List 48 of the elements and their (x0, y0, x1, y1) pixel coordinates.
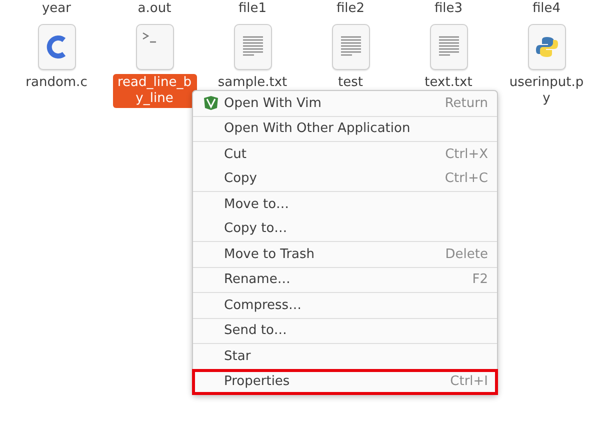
menu-item[interactable]: Compress… (193, 293, 497, 318)
menu-item[interactable]: Properties Ctrl+I (193, 370, 497, 394)
menu-item[interactable]: Rename… F2 (193, 268, 497, 292)
file-name: year (42, 1, 71, 16)
shortcut-text: Ctrl+C (444, 171, 488, 186)
text-file-icon (430, 24, 468, 70)
file-name[interactable]: userinput.py (504, 74, 588, 108)
menu-item-label: Open With Vim (224, 96, 322, 111)
shortcut-text: Return (444, 96, 488, 111)
menu-item[interactable]: Open With Other Application (193, 116, 497, 141)
menu-item-label: Rename… (224, 272, 290, 288)
menu-item[interactable]: Copy Ctrl+C (193, 166, 497, 191)
file-name: file1 (238, 1, 267, 16)
text-file-icon (332, 24, 370, 70)
menu-item[interactable]: Send to… (193, 318, 497, 343)
file-name[interactable]: text.txt (406, 74, 490, 92)
terminal-file-icon (136, 24, 174, 70)
file-name[interactable]: read_line_by_line (112, 74, 196, 108)
menu-item[interactable]: Move to Trash Delete (193, 242, 497, 266)
menu-item-label: Open With Other Application (224, 121, 410, 136)
shortcut-text: Ctrl+I (450, 374, 488, 390)
c-file-icon (38, 24, 76, 70)
python-file-icon (528, 24, 566, 70)
file-name[interactable]: random.c (14, 74, 98, 92)
shortcut-text: Ctrl+X (445, 146, 488, 162)
menu-item-label: Move to Trash (224, 246, 315, 262)
menu-item-label: Copy to… (224, 221, 288, 236)
menu-item[interactable]: Copy to… (193, 216, 497, 241)
menu-item-label: Move to… (224, 196, 290, 212)
file-name[interactable]: sample.txt (210, 74, 294, 92)
menu-item[interactable]: Move to… (193, 192, 497, 216)
menu-item[interactable]: Star (193, 344, 497, 368)
text-file-icon (234, 24, 272, 70)
shortcut-text: F2 (472, 272, 488, 288)
menu-item-label: Compress… (224, 298, 302, 313)
file-name: file4 (532, 1, 561, 16)
vim-icon (203, 95, 219, 112)
file-name: file3 (434, 1, 463, 16)
menu-item-label: Send to… (224, 323, 287, 338)
menu-item-label: Star (224, 348, 251, 364)
file-name[interactable]: test (308, 74, 392, 92)
file-name: a.out (138, 1, 172, 16)
menu-item-label: Copy (224, 171, 257, 186)
menu-item[interactable]: Cut Ctrl+X (193, 142, 497, 166)
menu-item-label: Cut (224, 146, 246, 162)
menu-item-label: Properties (224, 374, 290, 390)
shortcut-text: Delete (445, 246, 488, 262)
file-name: file2 (336, 1, 365, 16)
